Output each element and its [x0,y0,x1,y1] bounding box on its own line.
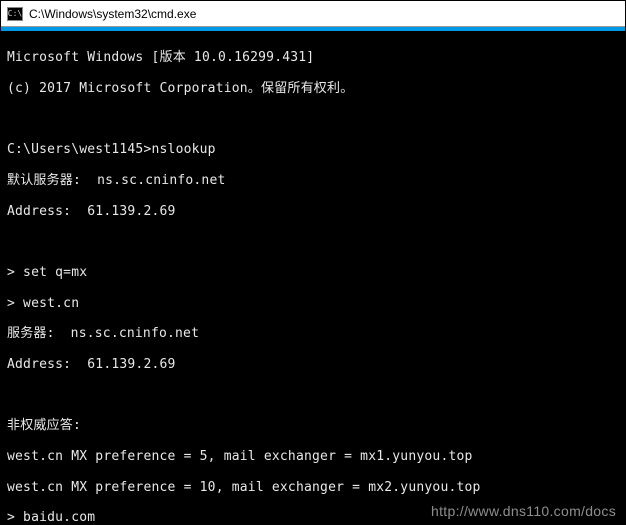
typed-command: nslookup [151,142,215,157]
output-line: Address: 61.139.2.69 [7,357,619,372]
output-line: 默认服务器: ns.sc.cninfo.net [7,173,619,188]
window-title: C:\Windows\system32\cmd.exe [29,7,196,21]
output-line: 非权威应答: [7,418,619,433]
terminal-area[interactable]: Microsoft Windows [版本 10.0.16299.431] (c… [1,31,625,524]
output-line: > baidu.com [7,510,619,524]
output-line: Address: 61.139.2.69 [7,204,619,219]
output-line: > set q=mx [7,265,619,280]
output-line [7,388,619,403]
output-line: (c) 2017 Microsoft Corporation。保留所有权利。 [7,81,619,96]
output-line: 服务器: ns.sc.cninfo.net [7,326,619,341]
output-line [7,112,619,127]
output-line: west.cn MX preference = 10, mail exchang… [7,480,619,495]
prompt: C:\Users\west1145> [7,142,151,157]
cmd-icon: C:\ [7,7,23,21]
output-line: Microsoft Windows [版本 10.0.16299.431] [7,50,619,65]
output-line: > west.cn [7,296,619,311]
output-line: C:\Users\west1145>nslookup [7,142,619,157]
titlebar[interactable]: C:\ C:\Windows\system32\cmd.exe [1,1,625,27]
cmd-window: C:\ C:\Windows\system32\cmd.exe Microsof… [0,0,626,525]
output-line: west.cn MX preference = 5, mail exchange… [7,449,619,464]
output-line [7,234,619,249]
